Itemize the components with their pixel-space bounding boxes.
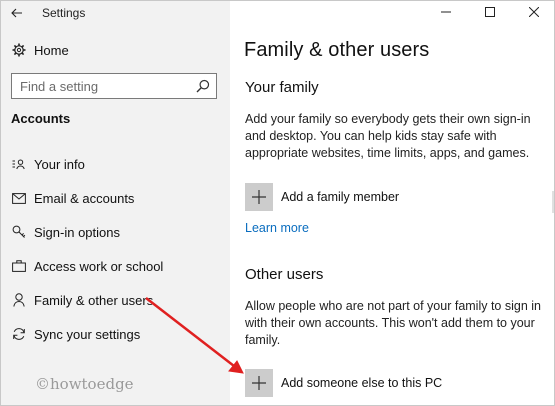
- sync-icon: [11, 326, 27, 342]
- maximize-button[interactable]: [468, 1, 512, 23]
- home-label: Home: [34, 42, 69, 58]
- person-card-icon: [11, 156, 27, 172]
- watermark: ©howtoedge: [35, 375, 134, 393]
- app-title: Settings: [42, 6, 86, 20]
- maximize-icon: [485, 7, 495, 17]
- add-family-member-label: Add a family member: [281, 190, 400, 204]
- close-button[interactable]: [512, 1, 554, 23]
- back-arrow-icon: [11, 8, 22, 18]
- home-nav-item[interactable]: Home: [1, 37, 230, 63]
- window-controls: [424, 1, 554, 23]
- nav-item-family-other-users[interactable]: Family & other users: [1, 283, 230, 317]
- nav-item-label: Sync your settings: [34, 326, 141, 342]
- nav-item-your-info[interactable]: Your info: [1, 147, 230, 181]
- sidebar: Settings Home Find a setting Accounts Yo…: [1, 1, 230, 405]
- plus-tile: [245, 183, 273, 211]
- main-pane: Family & other users Your family Add you…: [230, 1, 554, 405]
- plus-tile: [245, 369, 273, 397]
- search-input[interactable]: [20, 78, 190, 94]
- plus-icon: [252, 376, 266, 390]
- nav-item-label: Sign-in options: [34, 224, 120, 240]
- other-users-description: Allow people who are not part of your fa…: [245, 299, 541, 347]
- settings-window: Settings Home Find a setting Accounts Yo…: [0, 0, 555, 406]
- search-box[interactable]: [11, 73, 217, 99]
- learn-more-link[interactable]: Learn more: [245, 221, 309, 235]
- title-bar: Settings: [1, 1, 230, 25]
- minimize-icon: [441, 11, 451, 13]
- nav-item-access-work-school[interactable]: Access work or school: [1, 249, 230, 283]
- your-family-description: Add your family so everybody gets their …: [245, 112, 531, 160]
- accounts-nav: Your info Email & accounts Sign-in optio…: [1, 147, 230, 351]
- add-someone-else-button[interactable]: Add someone else to this PC: [245, 369, 442, 397]
- nav-item-label: Family & other users: [34, 292, 154, 308]
- nav-item-label: Access work or school: [34, 258, 164, 274]
- minimize-button[interactable]: [424, 1, 468, 23]
- close-icon: [529, 7, 539, 17]
- back-button[interactable]: [1, 1, 33, 25]
- add-someone-else-label: Add someone else to this PC: [281, 376, 443, 390]
- nav-item-sign-in-options[interactable]: Sign-in options: [1, 215, 230, 249]
- mail-icon: [11, 190, 27, 206]
- plus-icon: [252, 190, 266, 204]
- nav-item-label: Your info: [34, 156, 85, 172]
- nav-item-email-accounts[interactable]: Email & accounts: [1, 181, 230, 215]
- search-icon[interactable]: [196, 79, 210, 93]
- briefcase-icon: [11, 258, 27, 274]
- nav-item-label: Email & accounts: [34, 190, 135, 206]
- key-icon: [11, 224, 27, 240]
- person-icon: [11, 292, 27, 308]
- other-users-heading: Other users: [245, 266, 324, 283]
- add-family-member-button[interactable]: Add a family member: [245, 183, 399, 211]
- page-title: Family & other users: [244, 39, 430, 61]
- nav-item-sync-settings[interactable]: Sync your settings: [1, 317, 230, 351]
- your-family-heading: Your family: [245, 79, 319, 96]
- section-label: Accounts: [11, 111, 71, 126]
- gear-icon: [11, 43, 27, 57]
